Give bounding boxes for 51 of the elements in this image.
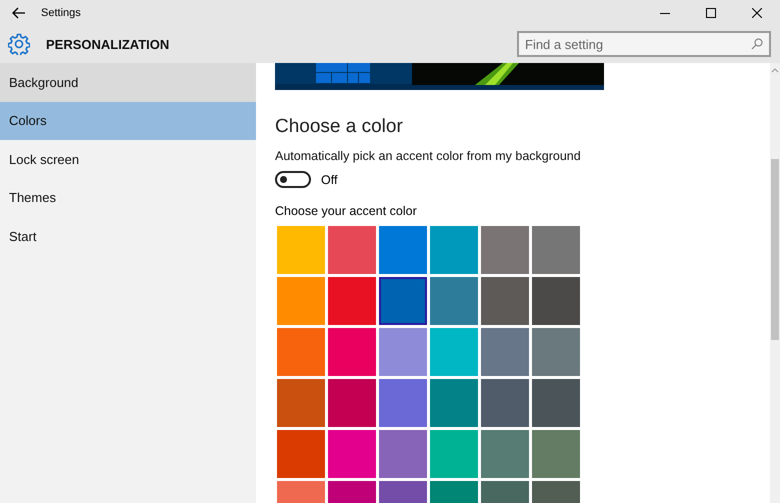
sidebar-item[interactable]: Start: [0, 217, 256, 256]
color-swatch[interactable]: [277, 379, 325, 427]
scrollbar-thumb[interactable]: [771, 159, 779, 340]
color-swatch[interactable]: [532, 430, 580, 478]
scrollbar[interactable]: [770, 63, 780, 503]
settings-icon: [8, 33, 30, 55]
color-swatch[interactable]: [481, 430, 529, 478]
color-swatch[interactable]: [430, 328, 478, 376]
color-swatch[interactable]: [328, 430, 376, 478]
search-field[interactable]: Find a setting: [517, 31, 771, 57]
sidebar-item[interactable]: Lock screen: [0, 140, 256, 178]
color-swatch[interactable]: [481, 277, 529, 325]
color-swatch[interactable]: [379, 328, 427, 376]
color-swatch[interactable]: [328, 277, 376, 325]
page-title: PERSONALIZATION: [46, 36, 170, 52]
color-swatch[interactable]: [430, 430, 478, 478]
toggle-switch[interactable]: [275, 171, 311, 188]
color-swatch[interactable]: [481, 226, 529, 274]
sidebar-item[interactable]: Background: [0, 63, 256, 102]
color-swatch[interactable]: [328, 226, 376, 274]
search-icon: [751, 38, 763, 50]
color-swatch[interactable]: [277, 277, 325, 325]
color-swatch[interactable]: [430, 277, 478, 325]
sidebar-item[interactable]: Themes: [0, 178, 256, 217]
maximize-icon: [706, 8, 716, 18]
close-icon: [752, 8, 762, 18]
color-swatch[interactable]: [328, 379, 376, 427]
setting-label: Automatically pick an accent color from my background: [275, 149, 581, 163]
color-swatch[interactable]: [379, 226, 427, 274]
color-swatch[interactable]: [328, 328, 376, 376]
scroll-up-icon[interactable]: [771, 67, 779, 73]
color-swatch[interactable]: [277, 328, 325, 376]
color-swatch[interactable]: [379, 277, 427, 325]
color-swatch[interactable]: [532, 328, 580, 376]
toggle-state-text: Off: [321, 172, 338, 186]
color-swatch[interactable]: [532, 226, 580, 274]
setting-label: Choose your accent color: [275, 204, 417, 218]
color-swatch[interactable]: [379, 430, 427, 478]
back-arrow-icon[interactable]: [12, 6, 26, 18]
color-swatch[interactable]: [277, 226, 325, 274]
color-swatch[interactable]: [481, 379, 529, 427]
section-heading: Choose a color: [275, 115, 404, 139]
color-swatch[interactable]: [277, 430, 325, 478]
window-title: Settings: [41, 6, 82, 18]
color-swatch[interactable]: [430, 379, 478, 427]
color-swatch[interactable]: [430, 226, 478, 274]
color-swatch[interactable]: [379, 379, 427, 427]
color-swatch[interactable]: [532, 277, 580, 325]
sidebar-item[interactable]: Colors: [0, 102, 256, 140]
color-swatch[interactable]: [532, 379, 580, 427]
color-swatch[interactable]: [481, 328, 529, 376]
